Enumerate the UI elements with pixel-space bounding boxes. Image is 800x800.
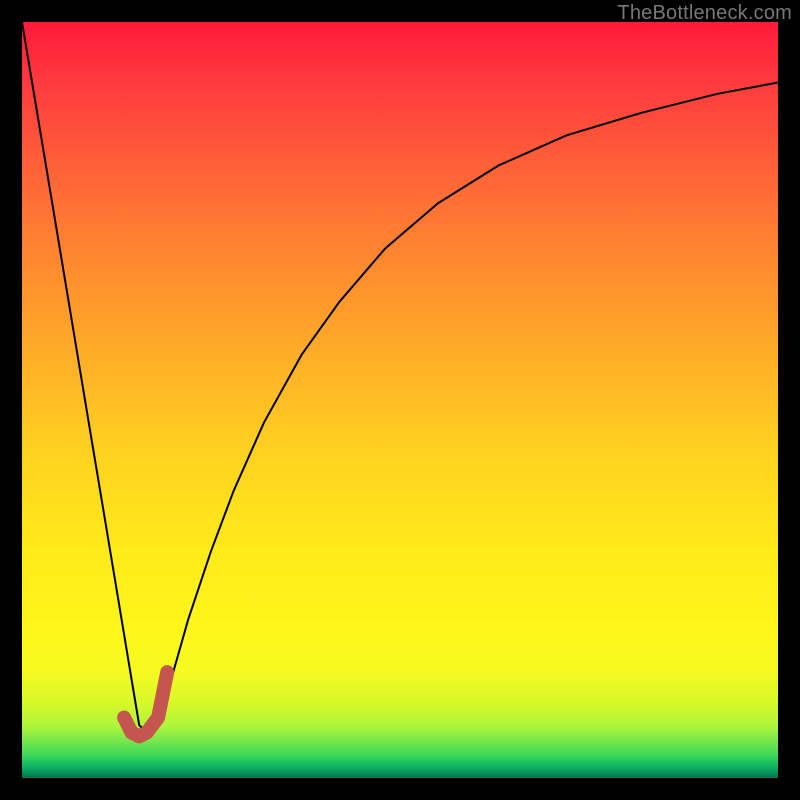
highlight-segment <box>124 672 167 736</box>
bottleneck-curve <box>22 22 778 733</box>
watermark-text: TheBottleneck.com <box>617 2 792 25</box>
chart-svg <box>22 22 778 778</box>
plot-area <box>22 22 778 778</box>
chart-frame: TheBottleneck.com <box>0 0 800 800</box>
